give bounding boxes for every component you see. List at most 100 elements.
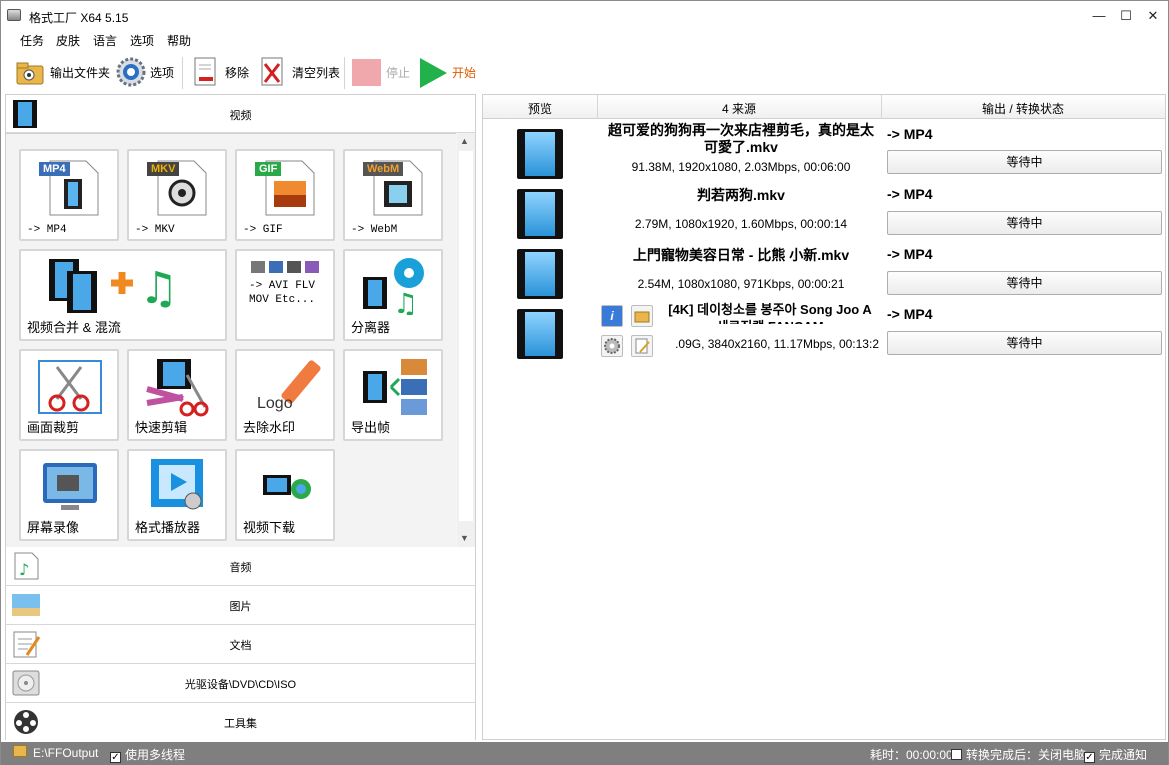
mp4-badge: MP4	[39, 162, 70, 176]
tile-to-mp4[interactable]: MP4 -> MP4	[19, 149, 119, 241]
scroll-thumb[interactable]	[459, 151, 473, 521]
tile-splitter[interactable]: ♫ 分离器	[343, 249, 443, 341]
tile-download-label: 视频下载	[243, 520, 296, 535]
scroll-down-arrow-icon[interactable]: ▼	[460, 533, 469, 543]
task-output-format: -> MP4	[887, 126, 933, 142]
tile-export-frames[interactable]: 导出帧	[343, 349, 443, 441]
app-icon	[7, 9, 21, 21]
tile-crop-label: 画面裁剪	[27, 420, 80, 435]
video-download-icon	[263, 475, 311, 499]
task-file-info: 91.38M, 1920x1080, 2.03Mbps, 00:06:00	[631, 160, 851, 174]
output-folder-label: 输出文件夹	[50, 65, 111, 80]
task-row[interactable]: 超可爱的狗狗再一次来店裡剪毛，真的是太可愛了.mkv 91.38M, 1920x…	[483, 121, 1165, 181]
task-file-info: 2.79M, 1080x1920, 1.60Mbps, 00:00:14	[634, 217, 848, 231]
category-panel: 视频 MP4 -> MP4 MKV -> MKV GIF -> GIF WebM…	[5, 94, 476, 741]
scroll-up-arrow-icon[interactable]: ▲	[460, 136, 469, 146]
minimize-button[interactable]: —	[1085, 5, 1113, 27]
task-file-name: [4K] 데이청소를 봉주아 Song Joo A 세로직캠 FANCAM	[668, 302, 872, 324]
clear-list-button[interactable]: 清空列表	[257, 54, 340, 90]
output-folder-button[interactable]: 输出文件夹	[15, 54, 110, 90]
gif-badge: GIF	[255, 162, 282, 176]
tile-to-gif[interactable]: GIF -> GIF	[235, 149, 335, 241]
category-video[interactable]: 视频	[6, 95, 475, 133]
app-window: 格式工厂 X64 5.15 — ☐ ✕ 任务 皮肤 语言 选项 帮助 输出文件夹…	[0, 0, 1169, 765]
after-done-checkbox[interactable]: 转换完成后：关闭电脑	[951, 746, 1086, 763]
tile-crop[interactable]: 画面裁剪	[19, 349, 119, 441]
tile-player[interactable]: 格式播放器	[127, 449, 227, 541]
header-source[interactable]: 4 来源	[597, 100, 881, 117]
checkbox-checked-icon[interactable]: ✓	[110, 752, 121, 763]
webm-badge: WebM	[363, 162, 404, 176]
edit-clip-icon[interactable]	[631, 335, 653, 357]
status-bar: E:\FFOutput ✓ 使用多线程 耗时：00:00:00 转换完成后：关闭电…	[1, 742, 1168, 765]
tile-mp4-label: -> MP4	[27, 224, 67, 236]
mkv-badge: MKV	[147, 162, 180, 176]
info-icon[interactable]: i	[601, 305, 623, 327]
menu-task[interactable]: 任务	[20, 32, 44, 49]
tile-to-avi-flv-mov[interactable]: -> AVI FLV MOV Etc...	[235, 249, 335, 341]
tile-quick-cut[interactable]: 快速剪辑	[127, 349, 227, 441]
task-output-format: -> MP4	[887, 306, 933, 322]
tile-quick-cut-label: 快速剪辑	[135, 420, 188, 435]
tile-export-frames-label: 导出帧	[351, 420, 391, 435]
multithread-checkbox[interactable]: ✓ 使用多线程	[110, 746, 185, 763]
task-status-button[interactable]: 等待中	[887, 271, 1162, 295]
category-document-label: 文档	[229, 640, 252, 652]
checkbox-unchecked-icon[interactable]	[951, 749, 962, 760]
stop-button[interactable]: 停止	[351, 54, 410, 90]
tile-screen-record-label: 屏幕录像	[27, 520, 80, 535]
close-button[interactable]: ✕	[1139, 5, 1167, 27]
output-path[interactable]: E:\FFOutput	[33, 746, 98, 760]
menu-skin[interactable]: 皮肤	[56, 32, 80, 49]
category-disc[interactable]: 光驱设备\DVD\CD\ISO	[6, 664, 475, 703]
settings-gear-icon[interactable]	[601, 335, 623, 357]
options-button[interactable]: 选项	[115, 54, 174, 90]
category-tools-label: 工具集	[224, 718, 257, 730]
remove-button[interactable]: 移除	[190, 54, 249, 90]
task-file-name: 上門寵物美容日常 - 比熊 小新.mkv	[632, 247, 850, 263]
tile-merge-mux[interactable]: ♫ 视频合并 & 混流	[19, 249, 227, 341]
menu-help[interactable]: 帮助	[167, 32, 191, 49]
task-output-format: -> MP4	[887, 186, 933, 202]
tiles-scrollbar[interactable]: ▲ ▼	[457, 133, 475, 547]
window-title: 格式工厂 X64 5.15	[29, 11, 129, 25]
start-button[interactable]: 开始	[417, 54, 476, 90]
task-status-button[interactable]: 等待中	[887, 211, 1162, 235]
notify-checkbox[interactable]: ✓ 完成通知	[1084, 746, 1147, 763]
task-row[interactable]: 上門寵物美容日常 - 比熊 小新.mkv 2.54M, 1080x1080, 9…	[483, 241, 1165, 301]
task-status-button[interactable]: 等待中	[887, 150, 1162, 174]
tile-splitter-label: 分离器	[351, 320, 391, 335]
tile-screen-record[interactable]: 屏幕录像	[19, 449, 119, 541]
tile-video-download[interactable]: 视频下载	[235, 449, 335, 541]
checkbox-checked-icon[interactable]: ✓	[1084, 752, 1095, 763]
merge-icon: ♫	[49, 259, 178, 314]
maximize-button[interactable]: ☐	[1112, 5, 1140, 27]
category-disc-label: 光驱设备\DVD\CD\ISO	[184, 679, 297, 691]
header-output[interactable]: 输出 / 转换状态	[881, 100, 1165, 117]
gear-icon	[115, 56, 147, 88]
tile-to-webm[interactable]: WebM -> WebM	[343, 149, 443, 241]
tile-watermark-label: 去除水印	[243, 420, 296, 435]
menu-language[interactable]: 语言	[93, 32, 117, 49]
category-image[interactable]: 图片	[6, 586, 475, 625]
svg-text:♫: ♫	[139, 263, 178, 314]
category-tools[interactable]: 工具集	[6, 703, 475, 741]
multithread-label: 使用多线程	[125, 748, 186, 762]
title-bar: 格式工厂 X64 5.15 — ☐ ✕	[1, 1, 1168, 31]
video-tools-grid: MP4 -> MP4 MKV -> MKV GIF -> GIF WebM ->…	[6, 133, 456, 547]
tile-remove-watermark[interactable]: Logo 去除水印	[235, 349, 335, 441]
task-file-info: .09G, 3840x2160, 11.17Mbps, 00:13:2	[675, 337, 879, 351]
menu-options[interactable]: 选项	[130, 32, 154, 49]
category-audio[interactable]: ♪ 音频	[6, 547, 475, 586]
task-status-button[interactable]: 等待中	[887, 331, 1162, 355]
open-folder-icon[interactable]	[631, 305, 653, 327]
header-preview[interactable]: 预览	[483, 100, 597, 117]
tile-webm-label: -> WebM	[351, 224, 398, 236]
task-row[interactable]: 判若两狗.mkv 2.79M, 1080x1920, 1.60Mbps, 00:…	[483, 181, 1165, 241]
task-row[interactable]: i [4K] 데이청소를 봉주아 Song Joo A 세로직캠 FANCAM …	[483, 301, 1165, 361]
tile-to-mkv[interactable]: MKV -> MKV	[127, 149, 227, 241]
toolbar: 输出文件夹 选项 移除 清空列表 停止 开始	[1, 51, 1168, 93]
category-document[interactable]: 文档	[6, 625, 475, 664]
task-output-format: -> MP4	[887, 246, 933, 262]
options-label: 选项	[150, 65, 175, 80]
